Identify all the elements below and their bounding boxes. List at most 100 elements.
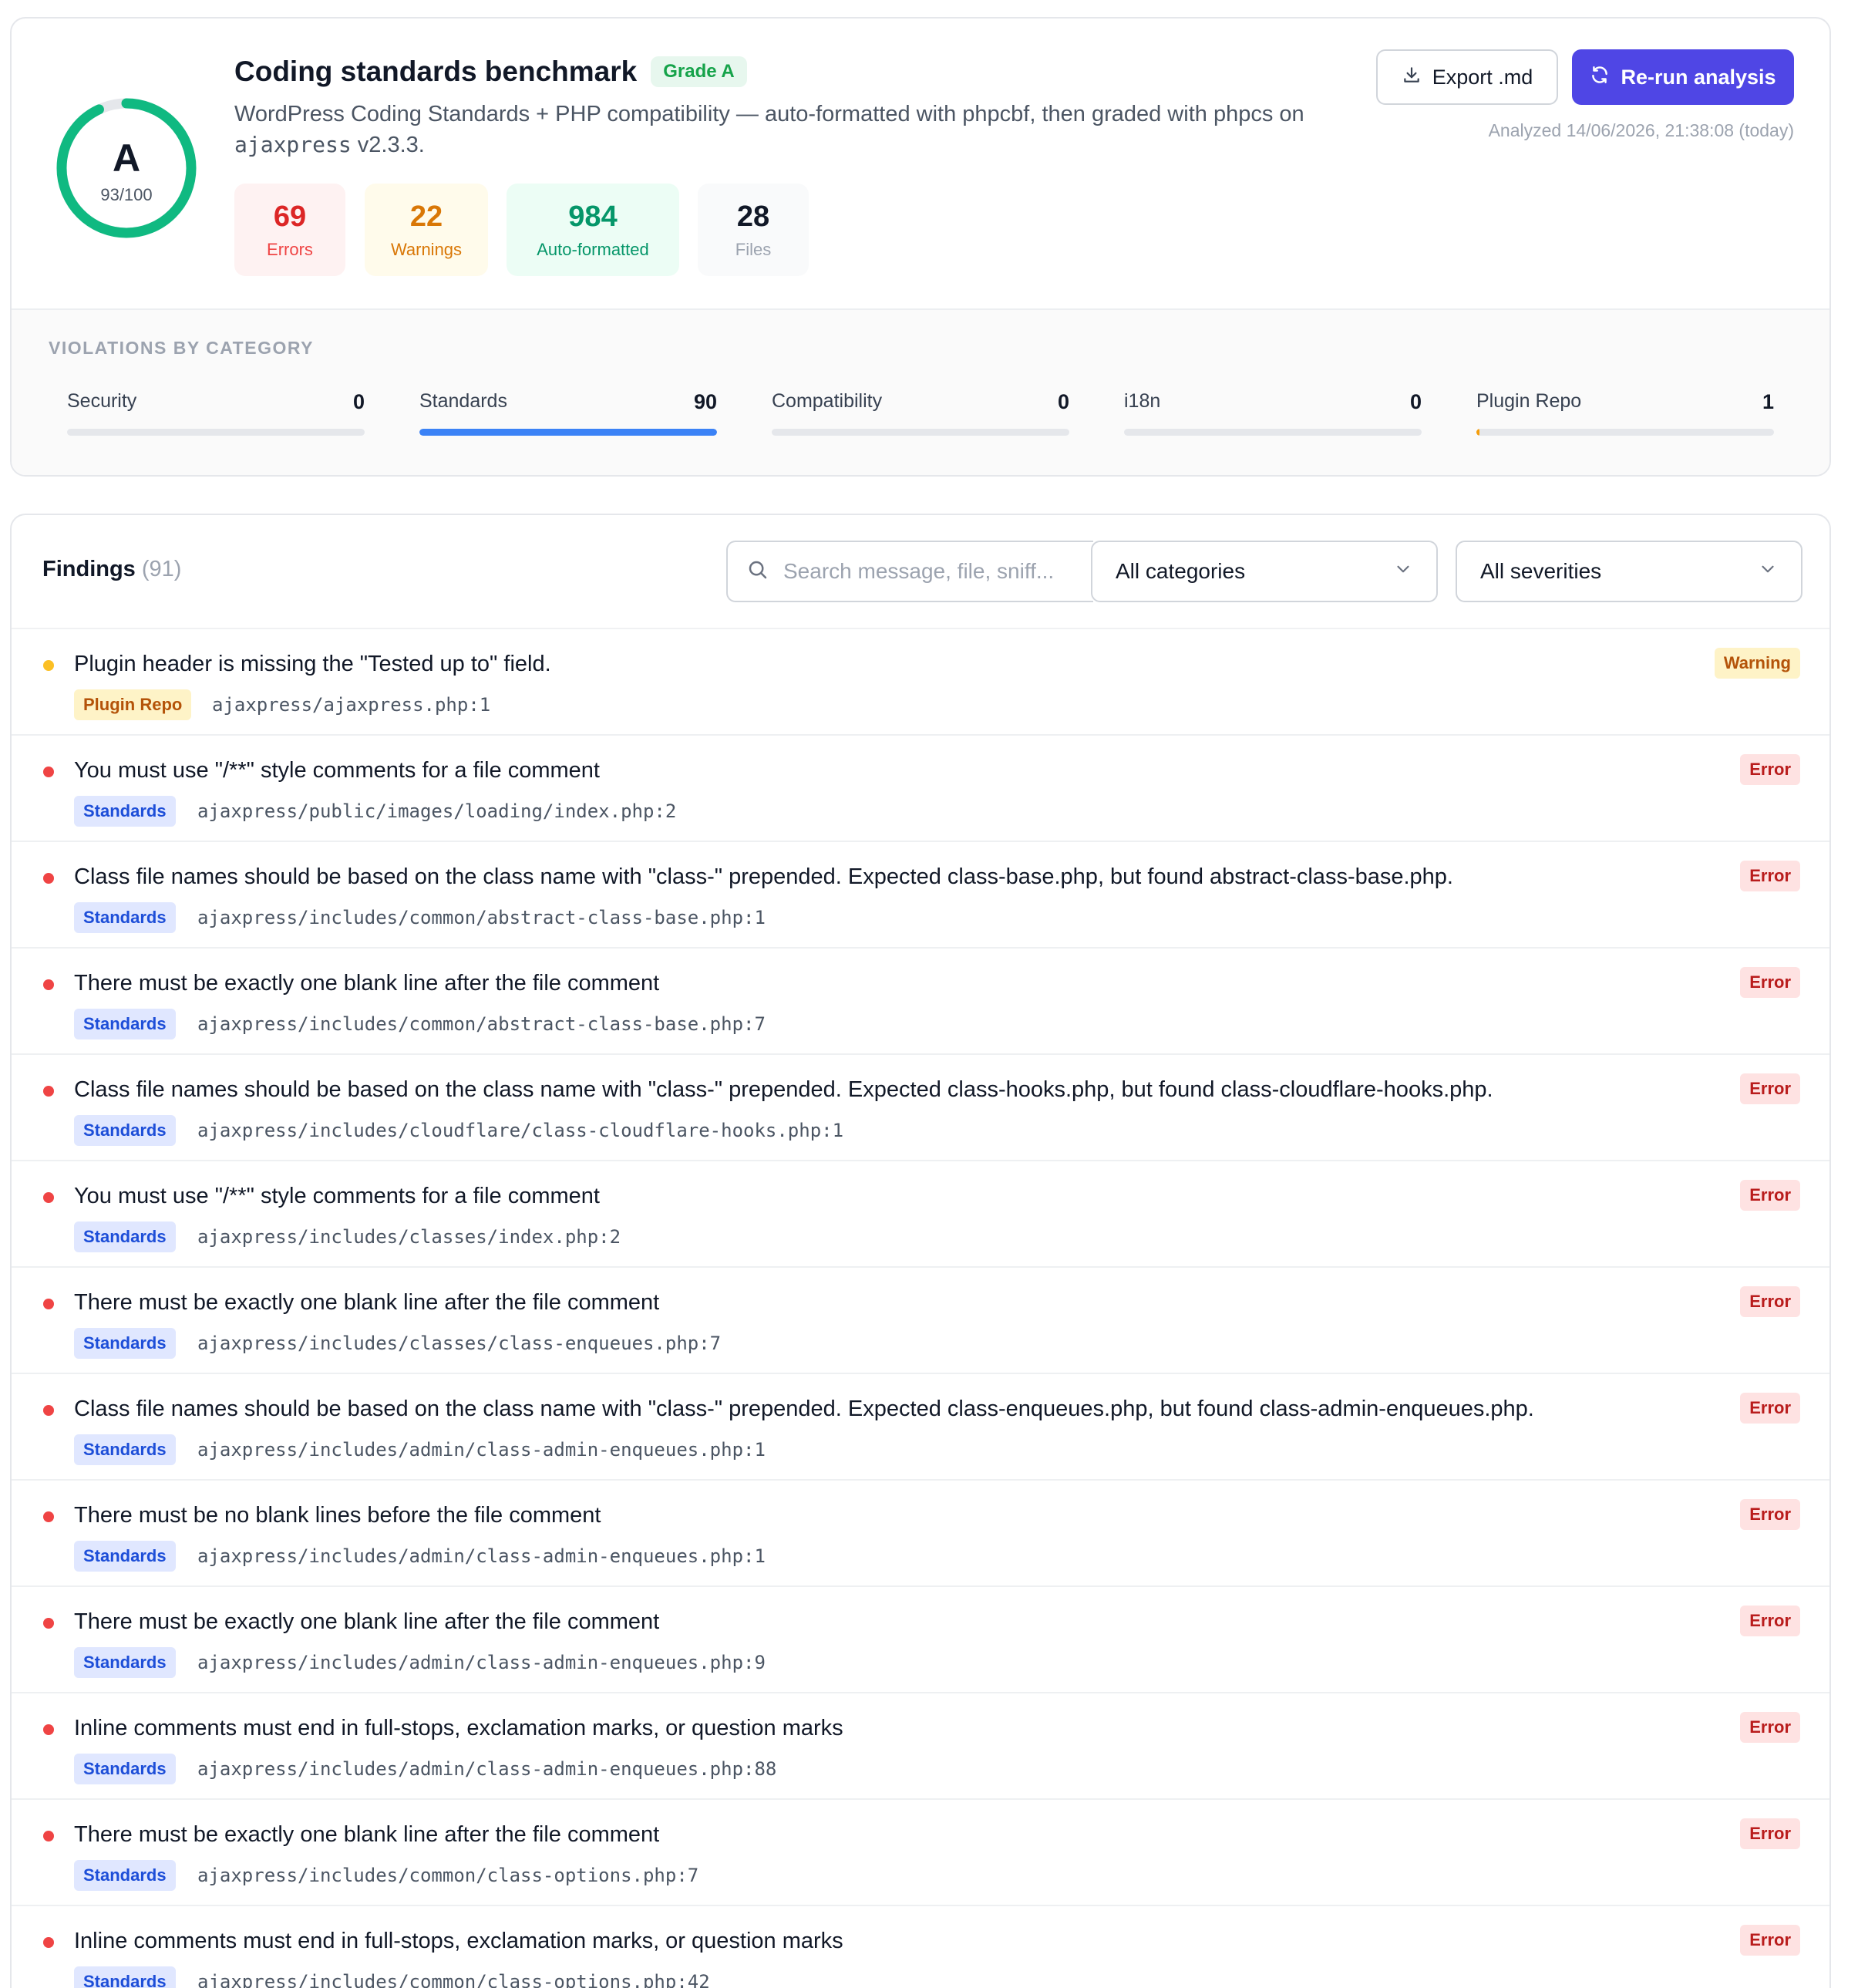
category-filter-value: All categories (1116, 559, 1246, 583)
finding-file-path: ajaxpress/public/images/loading/index.ph… (197, 800, 677, 822)
stat-errors-label: Errors (267, 240, 313, 259)
stat-files-value: 28 (736, 200, 770, 233)
finding-category-tag: Standards (74, 1860, 176, 1891)
finding-category-tag: Standards (74, 1328, 176, 1359)
finding-category-tag: Standards (74, 1434, 176, 1465)
finding-severity-badge: Error (1740, 1712, 1800, 1743)
violations-by-category: VIOLATIONS BY CATEGORY Security 0 Standard… (12, 308, 1829, 475)
category-bar-fill (419, 429, 717, 436)
finding-message: Inline comments must end in full-stops, … (74, 1716, 843, 1740)
export-md-label: Export .md (1432, 65, 1533, 89)
findings-heading: Findings (91) (42, 557, 181, 582)
finding-category-tag: Standards (74, 1754, 176, 1784)
category-compatibility: Compatibility 0 (772, 390, 1069, 436)
category-count: 1 (1762, 390, 1774, 413)
category-bar-fill (1476, 429, 1480, 436)
finding-file-path: ajaxpress/includes/admin/class-admin-enq… (197, 1652, 766, 1673)
finding-row[interactable]: There must be no blank lines before the … (12, 1481, 1829, 1587)
findings-list: Plugin header is missing the "Tested up … (12, 629, 1829, 1988)
search-input[interactable] (783, 559, 1076, 584)
export-md-button[interactable]: Export .md (1376, 49, 1558, 105)
finding-file-path: ajaxpress/includes/common/class-options.… (197, 1865, 699, 1886)
finding-severity-badge: Error (1740, 1925, 1800, 1956)
finding-message: There must be exactly one blank line aft… (74, 971, 660, 996)
severity-dot (43, 1086, 54, 1097)
grade-badge: Grade A (651, 56, 747, 87)
summary-header: A 93/100 Coding standards benchmark Grad… (12, 19, 1829, 308)
finding-severity-badge: Error (1740, 1180, 1800, 1211)
category-filter-select[interactable]: All categories (1091, 541, 1438, 602)
finding-row[interactable]: You must use "/**" style comments for a … (12, 736, 1829, 842)
finding-file-path: ajaxpress/includes/admin/class-admin-enq… (197, 1758, 777, 1780)
rerun-analysis-button[interactable]: Re-run analysis (1572, 49, 1794, 105)
stat-auto-formatted-value: 984 (568, 200, 618, 233)
stat-auto-formatted: 984 Auto-formatted (507, 184, 679, 276)
severity-dot (43, 660, 54, 671)
finding-severity-badge: Warning (1714, 648, 1800, 679)
finding-row[interactable]: Class file names should be based on the … (12, 1374, 1829, 1481)
finding-message: Class file names should be based on the … (74, 1077, 1493, 1102)
finding-file-path: ajaxpress/includes/cloudflare/class-clou… (197, 1120, 844, 1141)
stat-errors-value: 69 (273, 200, 307, 233)
score-text: 93/100 (100, 185, 153, 204)
finding-row[interactable]: There must be exactly one blank line aft… (12, 949, 1829, 1055)
grade-letter: A (112, 136, 141, 180)
findings-title: Findings (42, 557, 136, 581)
chevron-down-icon (1758, 559, 1778, 585)
finding-file-path: ajaxpress/ajaxpress.php:1 (212, 694, 491, 716)
finding-row[interactable]: There must be exactly one blank line aft… (12, 1800, 1829, 1906)
findings-card: Findings (91) All categories All severit… (10, 514, 1831, 1988)
finding-category-tag: Standards (74, 1009, 176, 1039)
finding-row[interactable]: There must be exactly one blank line aft… (12, 1587, 1829, 1693)
finding-category-tag: Standards (74, 1221, 176, 1252)
severity-dot (43, 873, 54, 884)
finding-row[interactable]: Inline comments must end in full-stops, … (12, 1906, 1829, 1988)
analyzed-timestamp: Analyzed 14/06/2026, 21:38:08 (today) (1488, 120, 1794, 140)
finding-message: You must use "/**" style comments for a … (74, 758, 600, 783)
category-bar-track (67, 429, 365, 436)
finding-category-tag: Standards (74, 902, 176, 933)
finding-severity-badge: Error (1740, 754, 1800, 785)
stat-files: 28 Files (698, 184, 809, 276)
finding-file-path: ajaxpress/includes/classes/class-enqueue… (197, 1333, 722, 1354)
severity-dot (43, 1192, 54, 1203)
rerun-analysis-label: Re-run analysis (1621, 65, 1776, 89)
search-icon (746, 558, 769, 585)
severity-dot (43, 1511, 54, 1522)
finding-file-path: ajaxpress/includes/common/abstract-class… (197, 1013, 766, 1035)
finding-row[interactable]: Class file names should be based on the … (12, 842, 1829, 949)
category-bar-track (419, 429, 717, 436)
finding-severity-badge: Error (1740, 1606, 1800, 1636)
finding-message: There must be exactly one blank line aft… (74, 1822, 660, 1847)
severity-dot (43, 979, 54, 990)
findings-count: (91) (141, 557, 182, 581)
stat-files-label: Files (735, 240, 772, 259)
severity-filter-value: All severities (1480, 559, 1602, 583)
stat-errors: 69 Errors (234, 184, 345, 276)
finding-message: Class file names should be based on the … (74, 864, 1453, 889)
severity-filter-select[interactable]: All severities (1456, 541, 1802, 602)
finding-row[interactable]: You must use "/**" style comments for a … (12, 1161, 1829, 1268)
severity-dot (43, 767, 54, 777)
download-icon (1402, 65, 1422, 90)
stat-warnings-label: Warnings (390, 240, 463, 259)
finding-message: Inline comments must end in full-stops, … (74, 1929, 843, 1953)
finding-file-path: ajaxpress/includes/admin/class-admin-enq… (197, 1545, 766, 1567)
subtitle-text: WordPress Coding Standards + PHP compati… (234, 102, 1304, 126)
finding-severity-badge: Error (1740, 1499, 1800, 1530)
category-count: 0 (352, 390, 365, 413)
findings-toolbar: Findings (91) All categories All severit… (12, 515, 1829, 629)
title-row: Coding standards benchmark Grade A (234, 56, 747, 88)
category-bar-track (1124, 429, 1422, 436)
finding-row[interactable]: Plugin header is missing the "Tested up … (12, 629, 1829, 736)
finding-row[interactable]: Inline comments must end in full-stops, … (12, 1693, 1829, 1800)
finding-row[interactable]: There must be exactly one blank line aft… (12, 1268, 1829, 1374)
category-count: 0 (1409, 390, 1422, 413)
finding-message: There must be no blank lines before the … (74, 1503, 601, 1528)
stat-auto-formatted-label: Auto-formatted (537, 240, 649, 259)
stat-warnings: 22 Warnings (365, 184, 488, 276)
finding-row[interactable]: Class file names should be based on the … (12, 1055, 1829, 1161)
finding-category-tag: Standards (74, 1115, 176, 1146)
category-standards: Standards 90 (419, 390, 717, 436)
category-label: Security (67, 390, 137, 412)
